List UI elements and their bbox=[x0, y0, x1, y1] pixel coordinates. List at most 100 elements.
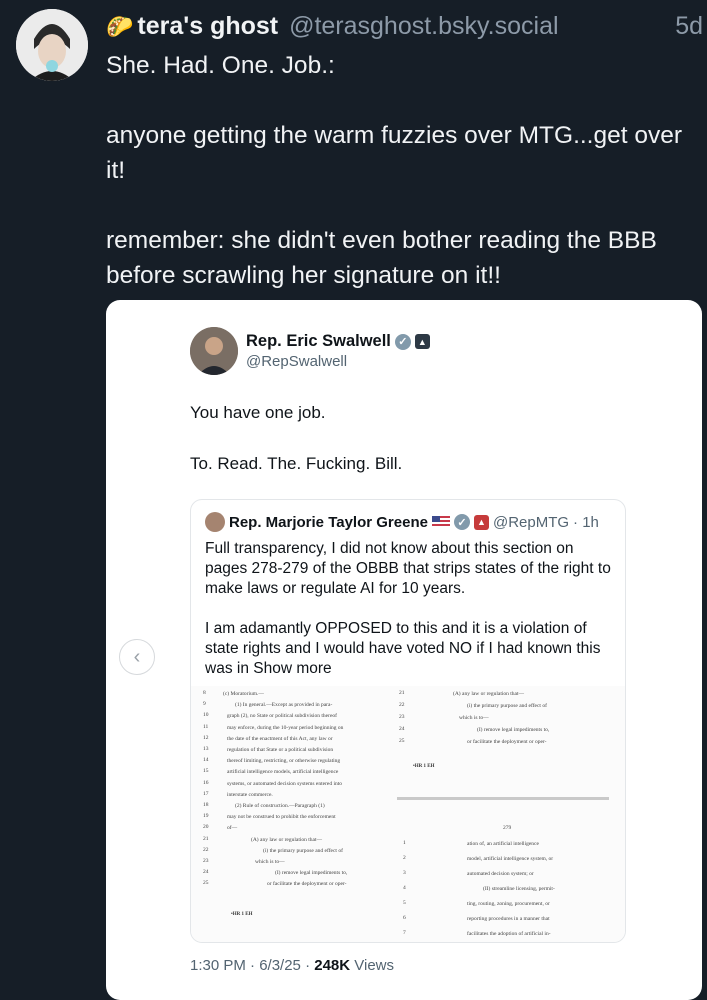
avatar[interactable] bbox=[16, 9, 88, 81]
post-line: She. Had. One. Job.: bbox=[106, 52, 335, 79]
views-label: Views bbox=[350, 957, 395, 974]
verified-check-icon: ✓ bbox=[394, 333, 411, 350]
bill-line-number: 20 bbox=[203, 824, 209, 831]
bill-text-line: (1) In general.—Except as provided in pa… bbox=[235, 702, 333, 709]
bill-text-line: (i) the primary purpose and effect of bbox=[467, 703, 547, 709]
bill-text-line: (i) the primary purpose and effect of bbox=[263, 847, 343, 854]
bill-text-line: (A) any law or regulation that— bbox=[251, 836, 323, 843]
tweet-author-name-text: Rep. Eric Swalwell bbox=[246, 332, 391, 350]
post-line: remember: she didn't even bother reading… bbox=[106, 227, 657, 289]
view-count: 248K bbox=[314, 957, 351, 974]
post-text: She. Had. One. Job.: anyone getting the … bbox=[106, 48, 701, 293]
bill-text-line: systems, or automated decision systems e… bbox=[227, 780, 343, 787]
bill-line-number: 5 bbox=[403, 900, 406, 906]
tweet-timestamp: 1:30 PM · 6/3/25 · bbox=[190, 957, 315, 974]
post-header: 🌮 tera's ghost @terasghost.bsky.social 5d bbox=[106, 10, 703, 43]
quoted-text: Full transparency, I did not know about … bbox=[205, 539, 615, 679]
bill-document-image: 8 9 10 11 12 13 14 15 16 17 18 19 20 21 22 23 24 25 (c) Mo… bbox=[191, 686, 625, 942]
quoted-time: · 1h bbox=[573, 513, 599, 531]
quoted-paragraph: Full transparency, I did not know about … bbox=[205, 540, 611, 597]
bill-line-number: 3 bbox=[403, 870, 406, 876]
bill-text-line: which is to— bbox=[255, 859, 285, 865]
bill-line-number: 22 bbox=[399, 702, 405, 708]
bill-line-number: 24 bbox=[399, 726, 405, 732]
post-line: anyone getting the warm fuzzies over MTG… bbox=[106, 122, 683, 184]
bill-mark: •HR 1 EH bbox=[231, 912, 253, 917]
bill-text-line: (c) Moratorium.— bbox=[223, 691, 264, 697]
quoted-tweet: Rep. Marjorie Taylor Greene ✓ ▲ @RepMTG … bbox=[190, 499, 626, 943]
bill-line-number: 15 bbox=[203, 768, 209, 775]
bill-line-number: 17 bbox=[203, 790, 209, 797]
bill-line-number: 13 bbox=[203, 746, 209, 752]
tweet-text-line: To. Read. The. Fucking. Bill. bbox=[190, 454, 403, 473]
bill-text-line: model, artificial intelligence system, o… bbox=[467, 856, 554, 862]
bill-mark: •HR 1 EH bbox=[413, 764, 435, 769]
bill-line-number: 22 bbox=[203, 846, 209, 853]
bill-line-number: 12 bbox=[203, 734, 209, 741]
bill-line-number: 4 bbox=[403, 885, 406, 891]
tweet-text-line: You have one job. bbox=[190, 403, 326, 422]
bill-text-line: (II) streamline licensing, permit- bbox=[483, 886, 555, 892]
bill-text-line: may enforce, during the 10-year period b… bbox=[227, 724, 344, 731]
bill-text-line: (A) any law or regulation that— bbox=[453, 691, 525, 697]
bill-text-line: facilitates the adoption of artificial i… bbox=[467, 931, 551, 937]
government-badge-icon: ▲ bbox=[414, 334, 430, 349]
bill-text-line: (I) remove legal impediments to, bbox=[275, 870, 348, 877]
bill-line-number: 24 bbox=[203, 869, 209, 876]
bill-line-number: 21 bbox=[203, 835, 209, 842]
bill-text-line: automated decision system; or bbox=[467, 871, 534, 877]
verified-check-icon: ✓ bbox=[453, 514, 470, 530]
bill-line-number: 2 bbox=[403, 855, 406, 861]
previous-image-button[interactable]: ‹ bbox=[119, 639, 155, 675]
bill-line-number: 1 bbox=[403, 840, 406, 846]
bill-text-line: regulation of that State or a political … bbox=[227, 747, 334, 753]
bill-text-line: may not be construed to prohibit the enf… bbox=[227, 814, 336, 821]
bill-text-line: of— bbox=[227, 825, 238, 832]
bill-text-line: which is to— bbox=[459, 715, 489, 721]
display-name[interactable]: tera's ghost bbox=[137, 12, 278, 40]
bill-text-line: or facilitate the deployment or oper- bbox=[467, 739, 547, 745]
mtg-avatar bbox=[205, 512, 225, 532]
bill-text-line: graph (2), no State or political subdivi… bbox=[227, 713, 337, 720]
bill-page-number: 279 bbox=[503, 825, 512, 831]
tweet-meta: 1:30 PM · 6/3/25 · 248K Views bbox=[190, 957, 394, 974]
bill-text-line: (2) Rule of construction.—Paragraph (1) bbox=[235, 803, 325, 809]
bill-line-number: 23 bbox=[399, 714, 405, 720]
bill-text-line: thereof limiting, restricting, or otherw… bbox=[227, 758, 341, 765]
bill-line-number: 23 bbox=[203, 858, 209, 864]
bill-text-line: reporting procedures in a manner that bbox=[467, 916, 550, 922]
government-badge-icon: ▲ bbox=[473, 514, 489, 530]
tweet-author-handle: @RepSwalwell bbox=[246, 353, 348, 370]
bill-line-number: 25 bbox=[203, 880, 209, 887]
bill-text-line: ation of, an artificial intelligence bbox=[467, 841, 539, 847]
embedded-image[interactable]: Rep. Eric Swalwell ✓ ▲ @RepSwalwell You … bbox=[106, 300, 702, 1000]
quoted-author-handle: @RepMTG bbox=[492, 513, 570, 531]
bill-line-number: 7 bbox=[403, 930, 406, 936]
quoted-tweet-header: Rep. Marjorie Taylor Greene ✓ ▲ @RepMTG … bbox=[205, 512, 599, 532]
swalwell-avatar bbox=[190, 327, 238, 375]
bill-text-line: interstate commerce. bbox=[227, 791, 273, 798]
bill-line-number: 11 bbox=[203, 723, 209, 730]
tweet-author-name: Rep. Eric Swalwell ✓ ▲ bbox=[246, 332, 430, 351]
bill-line-number: 19 bbox=[203, 813, 209, 820]
author-handle[interactable]: @terasghost.bsky.social bbox=[289, 12, 558, 40]
bill-text-line: the date of the enactment of this Act, a… bbox=[227, 735, 333, 742]
bill-line-number: 6 bbox=[403, 915, 406, 921]
us-flag-icon bbox=[431, 516, 450, 528]
bill-text-line: artificial intelligence models, artifici… bbox=[227, 769, 339, 776]
bill-text-line: or facilitate the deployment or oper- bbox=[267, 881, 347, 888]
avatar-image bbox=[16, 9, 88, 81]
show-more-link: Show more bbox=[253, 660, 332, 677]
bill-line-number: 18 bbox=[203, 802, 209, 808]
bill-text-line: ting, routing, zoning, procurement, or bbox=[467, 901, 550, 907]
bill-text-line: (I) remove legal impediments to, bbox=[477, 727, 550, 733]
bill-line-number: 8 bbox=[203, 690, 206, 696]
bill-line-number: 21 bbox=[399, 690, 405, 696]
post-time[interactable]: 5d bbox=[675, 10, 703, 42]
bill-line-number: 25 bbox=[399, 738, 405, 744]
bill-line-number: 9 bbox=[203, 701, 206, 708]
bill-line-number: 16 bbox=[203, 779, 209, 786]
quoted-author-name: Rep. Marjorie Taylor Greene bbox=[229, 513, 428, 531]
bill-line-number: 14 bbox=[203, 757, 209, 764]
bill-line-number: 10 bbox=[203, 712, 209, 719]
